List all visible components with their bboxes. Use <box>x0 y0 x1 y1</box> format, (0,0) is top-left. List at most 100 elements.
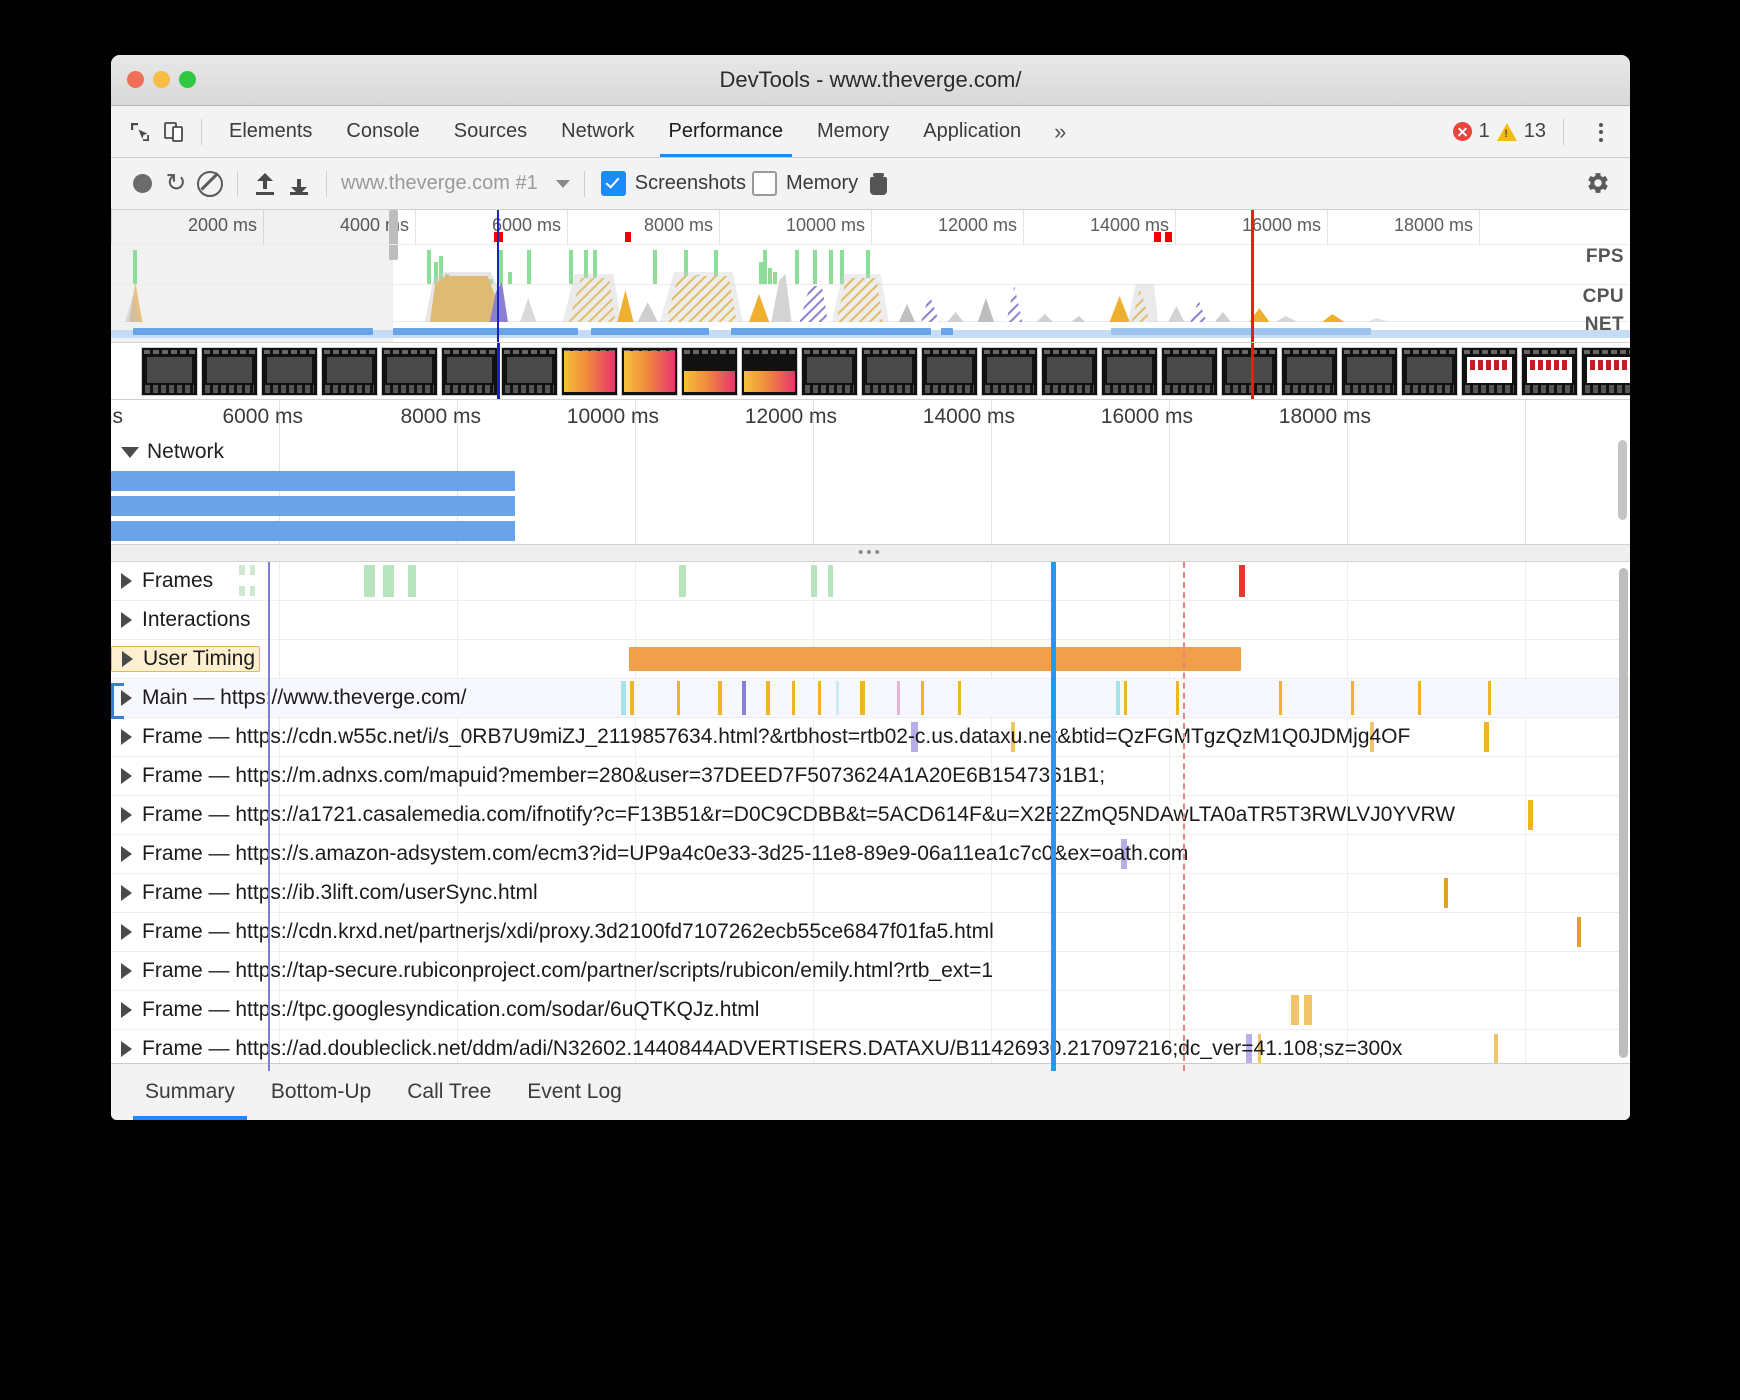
flame-scrollbar[interactable] <box>1619 568 1628 1058</box>
network-request-bar[interactable] <box>111 471 515 491</box>
chevron-right-icon[interactable] <box>121 1002 132 1018</box>
track-row-frame[interactable]: Frame — https://tpc.googlesyndication.co… <box>111 991 1630 1030</box>
chevron-right-icon[interactable] <box>121 846 132 862</box>
filmstrip-thumbnail[interactable] <box>1341 347 1398 396</box>
tab-application[interactable]: Application <box>906 106 1038 157</box>
tab-elements[interactable]: Elements <box>212 106 329 157</box>
clear-recording-icon[interactable] <box>193 167 227 201</box>
chevron-right-icon[interactable] <box>121 768 132 784</box>
issues-counter[interactable]: 1 13 <box>1453 106 1574 157</box>
tab-performance[interactable]: Performance <box>652 106 801 157</box>
track-row-frame[interactable]: Frame — https://cdn.krxd.net/partnerjs/x… <box>111 913 1630 952</box>
chevron-right-icon[interactable] <box>121 963 132 979</box>
overview-window-left-handle[interactable] <box>389 210 398 260</box>
filmstrip-thumbnail[interactable] <box>681 347 738 396</box>
track-row-frame[interactable]: Frame — https://ib.3lift.com/userSync.ht… <box>111 874 1630 913</box>
filmstrip-thumbnail[interactable] <box>621 347 678 396</box>
maximize-window-button[interactable] <box>179 71 196 88</box>
tab-memory[interactable]: Memory <box>800 106 906 157</box>
network-request-bar[interactable] <box>111 521 515 541</box>
more-tabs-icon[interactable]: » <box>1038 106 1082 157</box>
track-label-frame: Frame — https://m.adnxs.com/mapuid?membe… <box>142 764 1105 788</box>
chevron-right-icon[interactable] <box>121 573 132 589</box>
filmstrip-thumbnail[interactable] <box>1401 347 1458 396</box>
reload-and-record-icon[interactable]: ↻ <box>159 167 193 201</box>
chevron-right-icon[interactable] <box>121 1041 132 1057</box>
filmstrip-thumbnail[interactable] <box>1521 347 1578 396</box>
track-row-frame[interactable]: Frame — https://m.adnxs.com/mapuid?membe… <box>111 757 1630 796</box>
tab-console[interactable]: Console <box>329 106 436 157</box>
chart-tick: 16000 ms <box>1101 405 1201 429</box>
network-scrollbar[interactable] <box>1618 440 1627 520</box>
chevron-down-icon[interactable] <box>121 447 139 458</box>
chevron-right-icon[interactable] <box>121 924 132 940</box>
gear-icon[interactable] <box>1584 169 1612 197</box>
filmstrip-thumbnail[interactable] <box>561 347 618 396</box>
inspect-element-icon[interactable] <box>123 115 157 149</box>
track-row-user-timing[interactable]: User Timing <box>111 640 1630 679</box>
error-count: 1 <box>1479 120 1490 143</box>
chevron-right-icon[interactable] <box>121 885 132 901</box>
network-track-pane[interactable]: Network <box>111 436 1630 544</box>
minimize-window-button[interactable] <box>153 71 170 88</box>
filmstrip-thumbnail[interactable] <box>1461 347 1518 396</box>
network-request-bar[interactable] <box>111 496 515 516</box>
device-toolbar-icon[interactable] <box>157 115 191 149</box>
record-circle-icon[interactable] <box>125 167 159 201</box>
filmstrip-thumbnail[interactable] <box>261 347 318 396</box>
network-group-header[interactable]: Network <box>111 436 1630 468</box>
filmstrip-thumbnail[interactable] <box>981 347 1038 396</box>
filmstrip-thumbnail[interactable] <box>1221 347 1278 396</box>
traffic-lights[interactable] <box>127 71 196 88</box>
flame-chart-tracks[interactable]: Frames Interactions User Timing <box>111 562 1630 1071</box>
filmstrip-thumbnail[interactable] <box>501 347 558 396</box>
filmstrip-thumbnail[interactable] <box>441 347 498 396</box>
load-profile-icon[interactable] <box>248 167 282 201</box>
filmstrip-thumbnail[interactable] <box>1101 347 1158 396</box>
save-profile-icon[interactable] <box>282 167 316 201</box>
screenshots-checkbox-box[interactable] <box>601 171 626 196</box>
memory-checkbox[interactable]: Memory <box>752 171 858 196</box>
filmstrip-thumbnail[interactable] <box>741 347 798 396</box>
tab-network[interactable]: Network <box>544 106 651 157</box>
chart-tick: 10000 ms <box>567 405 667 429</box>
tab-summary[interactable]: Summary <box>127 1064 253 1120</box>
tab-event-log[interactable]: Event Log <box>509 1064 640 1120</box>
chevron-right-icon[interactable] <box>121 807 132 823</box>
track-row-frame[interactable]: Frame — https://a1721.casalemedia.com/if… <box>111 796 1630 835</box>
filmstrip-thumbnail[interactable] <box>321 347 378 396</box>
chevron-right-icon[interactable] <box>121 729 132 745</box>
filmstrip-thumbnail[interactable] <box>861 347 918 396</box>
track-row-interactions[interactable]: Interactions <box>111 601 1630 640</box>
main-menu-icon[interactable] <box>1588 119 1614 145</box>
filmstrip-thumbnail[interactable] <box>141 347 198 396</box>
tab-bottom-up[interactable]: Bottom-Up <box>253 1064 389 1120</box>
filmstrip-thumbnail[interactable] <box>921 347 978 396</box>
filmstrip-thumbnail[interactable] <box>381 347 438 396</box>
filmstrip-thumbnail[interactable] <box>201 347 258 396</box>
timeline-overview[interactable]: 2000 ms 4000 ms 6000 ms 8000 ms 10000 ms… <box>111 210 1630 343</box>
track-row-frame[interactable]: Frame — https://cdn.w55c.net/i/s_0RB7U9m… <box>111 718 1630 757</box>
filmstrip-thumbnail[interactable] <box>1581 347 1630 396</box>
track-row-frames[interactable]: Frames <box>111 562 1630 601</box>
chevron-right-icon[interactable] <box>121 612 132 628</box>
filmstrip[interactable] <box>111 343 1630 400</box>
performance-toolbar: ↻ www.theverge.com #1 Screenshots Memory <box>111 158 1630 210</box>
pane-resizer[interactable]: ••• <box>111 544 1630 562</box>
profile-select[interactable]: www.theverge.com #1 <box>337 172 574 195</box>
filmstrip-thumbnail[interactable] <box>801 347 858 396</box>
track-row-main[interactable]: Main — https://www.theverge.com/ <box>111 679 1630 718</box>
screenshots-checkbox[interactable]: Screenshots <box>601 171 746 196</box>
tab-call-tree[interactable]: Call Tree <box>389 1064 509 1120</box>
track-row-frame[interactable]: Frame — https://s.amazon-adsystem.com/ec… <box>111 835 1630 874</box>
delete-icon[interactable] <box>870 173 887 195</box>
close-window-button[interactable] <box>127 71 144 88</box>
tab-sources[interactable]: Sources <box>437 106 544 157</box>
memory-checkbox-box[interactable] <box>752 171 777 196</box>
chevron-right-icon[interactable] <box>122 651 133 667</box>
filmstrip-thumbnail[interactable] <box>1041 347 1098 396</box>
user-timing-bar[interactable] <box>629 647 1241 671</box>
track-row-frame[interactable]: Frame — https://tap-secure.rubiconprojec… <box>111 952 1630 991</box>
filmstrip-thumbnail[interactable] <box>1161 347 1218 396</box>
filmstrip-thumbnail[interactable] <box>1281 347 1338 396</box>
